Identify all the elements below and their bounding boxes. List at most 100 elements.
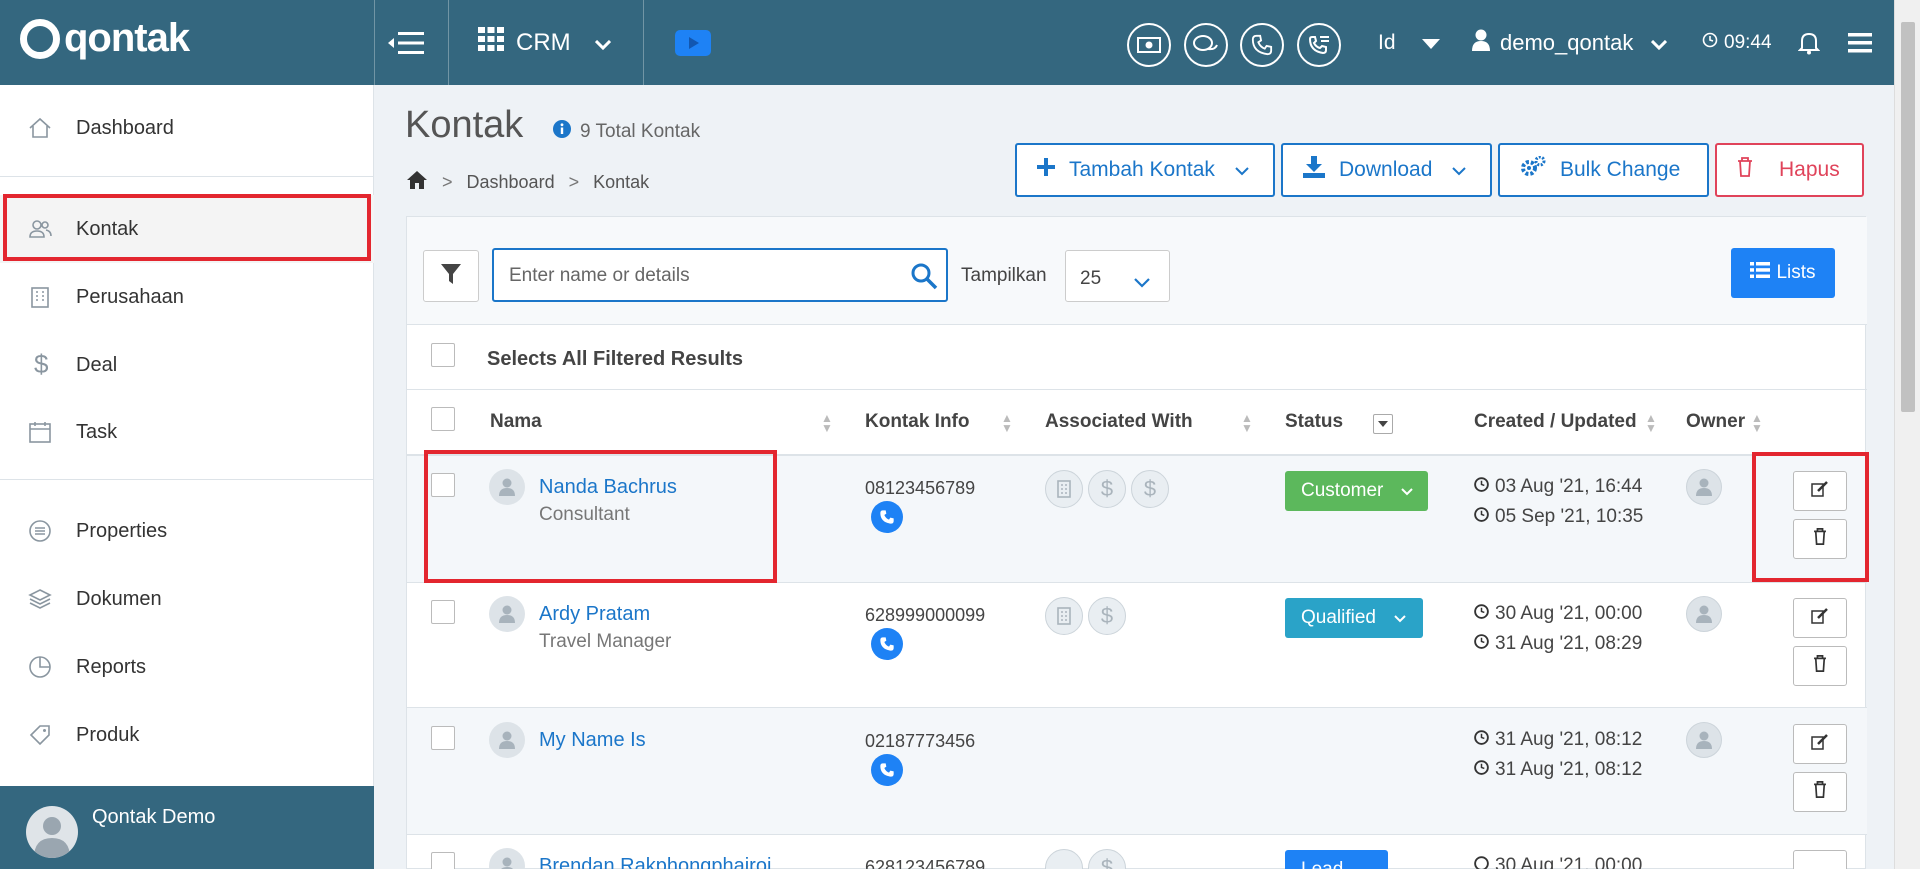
highlight-box-sidebar — [3, 194, 371, 261]
contact-name-link[interactable]: Ardy Pratam — [539, 603, 650, 626]
status-label: Qualified — [1301, 607, 1376, 628]
sidebar-user[interactable]: Qontak Demo — [0, 786, 374, 869]
qontak-logo[interactable]: qontak — [20, 14, 190, 64]
building-icon — [28, 285, 52, 309]
home-icon[interactable] — [406, 170, 428, 195]
updated-date: 31 Aug '21, 08:12 — [1474, 759, 1642, 781]
owner-avatar[interactable] — [1686, 722, 1722, 758]
sidebar-item-perusahaan[interactable]: Perusahaan — [0, 263, 374, 331]
page-title: Kontak — [405, 104, 524, 146]
column-nama[interactable]: Nama — [490, 411, 542, 433]
column-status[interactable]: Status — [1285, 411, 1343, 433]
delete-button[interactable]: Hapus — [1715, 143, 1864, 197]
associated-deal-icon[interactable]: $ — [1088, 597, 1126, 635]
sidebar-item-reports[interactable]: Reports — [0, 633, 374, 701]
sidebar-item-label: Properties — [76, 519, 168, 542]
associated-deal-icon[interactable]: $ — [1088, 470, 1126, 508]
associated-company-icon[interactable] — [1045, 849, 1083, 869]
edit-button[interactable] — [1793, 598, 1847, 638]
delete-row-button[interactable] — [1793, 646, 1847, 686]
edit-button[interactable] — [1793, 724, 1847, 764]
lists-button[interactable]: Lists — [1731, 248, 1835, 298]
search-placeholder: Enter name or details — [509, 265, 690, 286]
call-phone-icon[interactable] — [871, 754, 903, 786]
sort-icon[interactable]: ▲ ▼ — [821, 412, 833, 434]
edit-button[interactable] — [1793, 850, 1847, 869]
status-filter-icon[interactable] — [1373, 414, 1393, 434]
owner-avatar[interactable] — [1686, 596, 1722, 632]
associated-company-icon[interactable] — [1045, 597, 1083, 635]
column-kontak-info[interactable]: Kontak Info — [865, 411, 970, 433]
search-input[interactable]: Enter name or details — [492, 248, 948, 302]
sort-icon[interactable]: ▲ ▼ — [1751, 412, 1763, 434]
associated-deal-icon[interactable]: $ — [1088, 849, 1126, 869]
status-dropdown[interactable]: Customer — [1285, 471, 1428, 511]
download-button[interactable]: Download — [1281, 143, 1492, 197]
breadcrumb-dashboard[interactable]: Dashboard — [467, 172, 555, 193]
add-contact-label: Tambah Kontak — [1069, 158, 1215, 181]
sidebar-item-produk[interactable]: Produk — [0, 701, 374, 769]
bulk-change-button[interactable]: Bulk Change — [1498, 143, 1709, 197]
add-contact-button[interactable]: Tambah Kontak — [1015, 143, 1275, 197]
table-row: Brendan Rakphongphairoj 628123456789 $ L… — [407, 835, 1867, 869]
layers-icon — [28, 587, 52, 611]
select-all-filtered-checkbox[interactable] — [431, 343, 455, 367]
delete-label: Hapus — [1779, 158, 1840, 181]
page-scrollbar[interactable] — [1894, 0, 1920, 869]
column-owner[interactable]: Owner — [1686, 411, 1745, 433]
delete-row-button[interactable] — [1793, 772, 1847, 812]
sort-icon[interactable]: ▲ ▼ — [1241, 412, 1253, 434]
status-dropdown[interactable]: Lead — [1285, 850, 1388, 869]
language-selector[interactable]: Id — [1378, 0, 1440, 85]
menu-toggle-icon[interactable] — [386, 0, 426, 85]
sidebar-item-properties[interactable]: Properties — [0, 497, 374, 565]
filter-button[interactable] — [423, 250, 479, 302]
search-icon[interactable] — [910, 262, 938, 295]
created-date: 03 Aug '21, 16:44 — [1474, 476, 1642, 498]
user-menu[interactable]: demo_qontak — [1472, 0, 1668, 85]
sidebar-item-deal[interactable]: $ Deal — [0, 331, 374, 399]
breadcrumb-kontak: Kontak — [593, 172, 650, 192]
contact-name-link[interactable]: Brendan Rakphongphairoj — [539, 855, 771, 869]
chat-icon[interactable] — [1184, 23, 1228, 67]
associated-company-icon[interactable] — [1045, 470, 1083, 508]
contact-phone: 08123456789 — [865, 478, 976, 498]
phone-icon[interactable] — [1240, 23, 1284, 67]
bell-icon[interactable] — [1798, 0, 1820, 85]
trash-icon — [1813, 781, 1827, 803]
sort-icon[interactable]: ▲ ▼ — [1645, 412, 1657, 434]
owner-avatar[interactable] — [1686, 469, 1722, 505]
created-date: 30 Aug '21, 00:00 — [1474, 603, 1642, 625]
module-switcher[interactable]: CRM — [478, 0, 611, 85]
download-label: Download — [1339, 158, 1433, 181]
row-checkbox[interactable] — [431, 600, 455, 624]
sidebar-item-task[interactable]: Task — [0, 398, 374, 466]
money-icon[interactable] — [1127, 23, 1171, 67]
hamburger-icon[interactable] — [1848, 0, 1872, 85]
home-icon — [28, 116, 52, 140]
highlight-box-contact-row — [424, 450, 777, 583]
page-size-select[interactable]: 25 — [1065, 250, 1170, 302]
row-checkbox[interactable] — [431, 726, 455, 750]
scrollbar-thumb[interactable] — [1901, 22, 1915, 412]
sidebar-item-dashboard[interactable]: Dashboard — [0, 94, 374, 162]
column-associated-with[interactable]: Associated With — [1045, 411, 1193, 433]
header-checkbox[interactable] — [431, 407, 455, 431]
chevron-down-icon — [1235, 158, 1249, 182]
contact-name-link[interactable]: My Name Is — [539, 729, 646, 752]
sidebar-item-dokumen[interactable]: Dokumen — [0, 565, 374, 633]
sidebar-item-label: Produk — [76, 723, 140, 746]
column-created-updated[interactable]: Created / Updated — [1474, 411, 1637, 433]
video-icon[interactable] — [675, 0, 711, 85]
call-log-icon[interactable] — [1297, 23, 1341, 67]
call-phone-icon[interactable] — [871, 628, 903, 660]
row-checkbox[interactable] — [431, 852, 455, 869]
sort-icon[interactable]: ▲ ▼ — [1001, 412, 1013, 434]
associated-deal-icon[interactable]: $ — [1131, 470, 1169, 508]
created-date: 31 Aug '21, 08:12 — [1474, 729, 1642, 751]
highlight-box-row-actions — [1752, 452, 1869, 582]
sidebar-item-label: Dashboard — [76, 116, 174, 139]
call-phone-icon[interactable] — [871, 501, 903, 533]
status-dropdown[interactable]: Qualified — [1285, 598, 1423, 638]
gears-icon — [1520, 155, 1546, 184]
